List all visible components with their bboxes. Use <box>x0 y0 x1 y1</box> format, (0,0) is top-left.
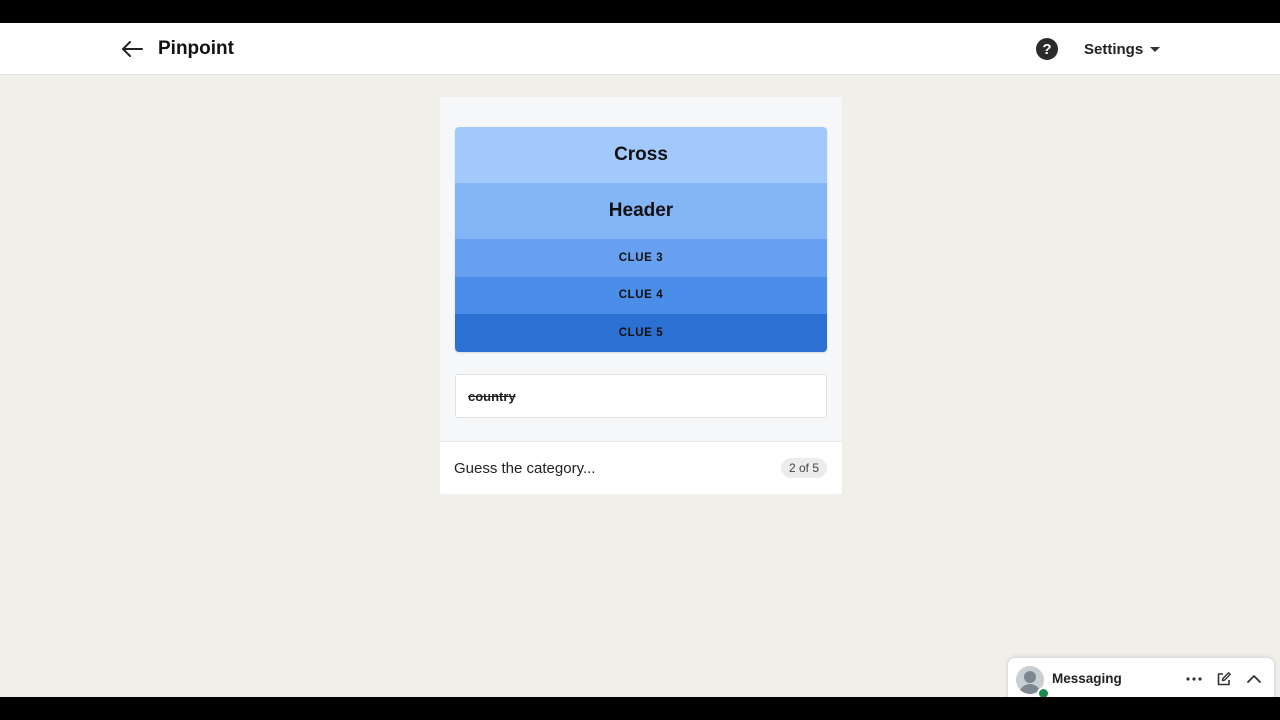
help-button[interactable]: ? <box>1036 38 1058 60</box>
compose-icon[interactable] <box>1214 669 1234 689</box>
app-screen: Pinpoint ? Settings Cross Header CLUE 3 … <box>0 23 1280 697</box>
messaging-label: Messaging <box>1052 671 1122 686</box>
clue-2: Header <box>455 183 827 239</box>
page-title: Pinpoint <box>158 38 234 59</box>
wrong-guess-text: country <box>468 388 516 404</box>
clue-list: Cross Header CLUE 3 CLUE 4 CLUE 5 <box>455 127 827 352</box>
previous-guess: country <box>455 374 827 418</box>
online-status-dot <box>1037 687 1050 697</box>
game-card: Cross Header CLUE 3 CLUE 4 CLUE 5 countr… <box>440 97 842 494</box>
chevron-up-icon[interactable] <box>1244 669 1264 689</box>
guess-counter-badge: 2 of 5 <box>780 458 827 478</box>
settings-label: Settings <box>1084 40 1144 58</box>
guess-input[interactable] <box>454 454 754 482</box>
settings-dropdown[interactable]: Settings <box>1084 37 1161 61</box>
clue-4: CLUE 4 <box>455 276 827 314</box>
guess-bar: 2 of 5 <box>440 441 842 494</box>
caret-down-icon <box>1150 46 1161 52</box>
arrow-left-icon <box>122 41 143 57</box>
clue-5: CLUE 5 <box>455 314 827 352</box>
more-icon[interactable] <box>1184 669 1204 689</box>
back-button[interactable] <box>118 35 146 63</box>
question-icon: ? <box>1042 40 1052 58</box>
messaging-widget[interactable]: Messaging <box>1007 657 1275 697</box>
clue-3: CLUE 3 <box>455 239 827 277</box>
top-bar: Pinpoint ? Settings <box>0 23 1280 75</box>
clue-1: Cross <box>455 127 827 183</box>
